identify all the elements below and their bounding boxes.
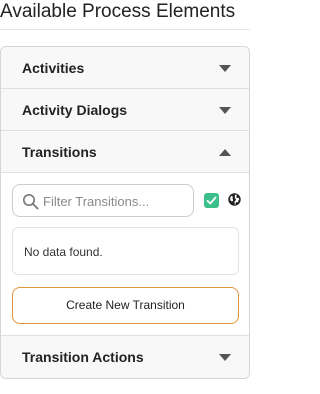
chevron-down-icon xyxy=(219,107,231,114)
chevron-down-icon xyxy=(219,354,231,361)
empty-state-box: No data found. xyxy=(12,227,239,275)
section-header-activities[interactable]: Activities xyxy=(1,47,249,89)
section-label-activity-dialogs: Activity Dialogs xyxy=(22,102,128,118)
globe-icon[interactable] xyxy=(228,193,241,206)
chevron-up-icon xyxy=(219,149,231,156)
page-title: Available Process Elements xyxy=(0,0,250,30)
checkmark-icon xyxy=(206,196,217,205)
create-new-transition-button[interactable]: Create New Transition xyxy=(12,287,239,324)
filter-transitions-input[interactable] xyxy=(43,191,189,211)
section-header-transition-actions[interactable]: Transition Actions xyxy=(1,336,249,378)
section-label-activities: Activities xyxy=(22,60,85,76)
empty-state-message: No data found. xyxy=(24,245,103,259)
section-header-transitions[interactable]: Transitions xyxy=(1,131,249,173)
transitions-body: No data found. Create New Transition xyxy=(1,173,249,336)
chevron-down-icon xyxy=(219,65,231,72)
process-elements-panel: Activities Activity Dialogs Transitions xyxy=(0,46,250,379)
search-icon xyxy=(23,194,39,210)
section-label-transition-actions: Transition Actions xyxy=(22,349,144,365)
section-label-transitions: Transitions xyxy=(22,144,97,160)
filter-transitions-search[interactable] xyxy=(12,184,194,217)
filter-checkbox[interactable] xyxy=(204,193,219,208)
section-header-activity-dialogs[interactable]: Activity Dialogs xyxy=(1,89,249,131)
